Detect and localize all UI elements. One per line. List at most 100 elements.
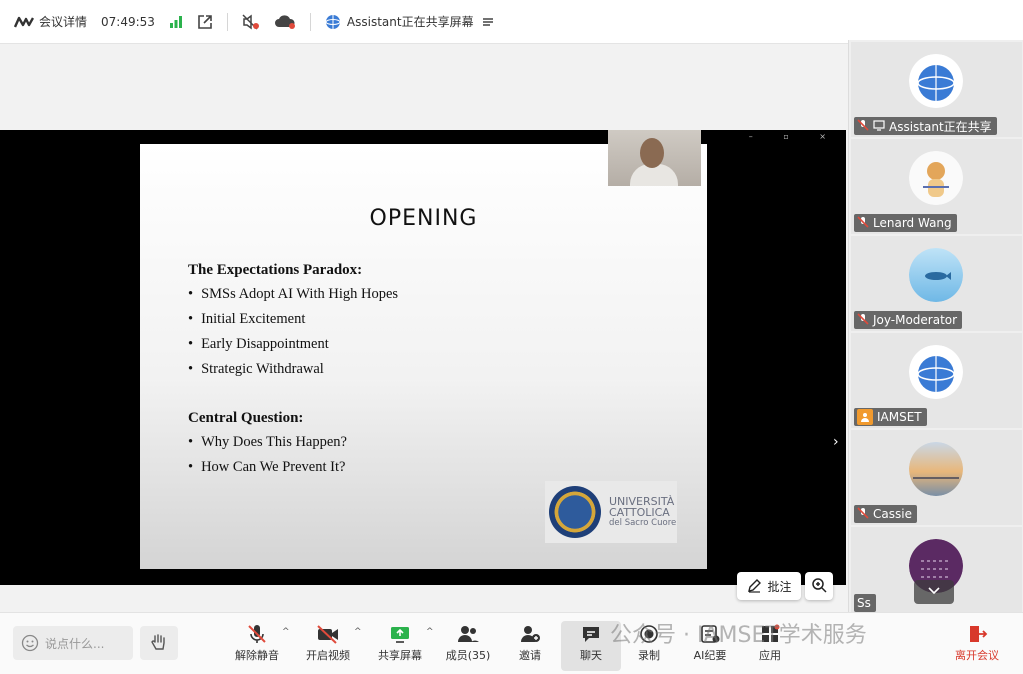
cloud-status-icon[interactable]	[274, 14, 296, 30]
speaker-video-thumbnail[interactable]	[608, 130, 701, 186]
name-tag: IAMSET	[854, 408, 927, 426]
presentation-slide: OPENING The Expectations Paradox: SMSs A…	[140, 144, 707, 569]
wechat-watermark: 公众号 · IAMSET学术服务	[610, 623, 867, 648]
university-logo: UNIVERSITÀ CATTOLICA del Sacro Cuore	[545, 481, 677, 543]
name-tag: Ss	[854, 594, 876, 612]
name-tag: Assistant正在共享	[854, 117, 997, 135]
slide-bullet: Why Does This Happen?	[188, 434, 398, 451]
chat-input[interactable]: 说点什么...	[13, 626, 133, 660]
slide-bullet: SMSs Adopt AI With High Hopes	[188, 286, 398, 303]
slide-section-heading: The Expectations Paradox:	[188, 262, 363, 278]
avatar	[909, 442, 963, 496]
shared-screen-stage: OPENING The Expectations Paradox: SMSs A…	[0, 44, 848, 612]
divider	[309, 12, 311, 31]
slide-section-heading: Central Question:	[188, 410, 304, 426]
exit-door-icon	[966, 621, 988, 647]
participant-name: Lenard Wang	[873, 216, 952, 230]
unmute-button[interactable]: 解除静音	[227, 621, 287, 671]
avatar	[909, 248, 963, 302]
meeting-details[interactable]: 会议详情	[14, 13, 87, 30]
name-tag: Cassie	[854, 505, 917, 523]
popout-icon[interactable]	[197, 14, 213, 30]
participant-name: Cassie	[873, 507, 912, 521]
mic-off-icon	[857, 215, 869, 231]
zoom-in-button[interactable]	[805, 572, 833, 600]
speaker-head	[640, 138, 664, 168]
sharing-status-text: Assistant正在共享屏幕	[346, 15, 474, 29]
participant-name: Joy-Moderator	[873, 313, 958, 327]
members-button[interactable]: 成员(35)	[438, 621, 498, 671]
invite-user-icon	[519, 621, 541, 647]
logo-line: CATTOLICA	[609, 505, 670, 519]
start-video-button[interactable]: 开启视频	[298, 621, 358, 671]
shared-screen-video[interactable]: OPENING The Expectations Paradox: SMSs A…	[0, 130, 846, 585]
participant-name: IAMSET	[877, 410, 922, 424]
share-screen-icon	[389, 621, 411, 647]
slide-bullet: Initial Excitement	[188, 311, 398, 328]
participants-panel: Assistant正在共享 Lenard Wang Joy-Moderator	[848, 40, 1023, 612]
list-menu-icon[interactable]	[482, 16, 494, 28]
raise-hand-icon	[149, 632, 169, 655]
chevron-up-icon[interactable]: ^	[426, 627, 434, 637]
leave-meeting-label: 离开会议	[955, 649, 999, 662]
mic-off-icon	[857, 118, 869, 134]
slide-body: The Expectations Paradox: SMSs Adopt AI …	[188, 262, 398, 484]
participant-tile[interactable]: IAMSET	[851, 333, 1022, 428]
unmute-label: 解除静音	[235, 649, 279, 662]
participant-name: Assistant正在共享	[889, 119, 992, 134]
mic-off-icon	[246, 621, 268, 647]
chevron-right-icon[interactable]: ›	[833, 434, 839, 450]
app-logo-icon	[14, 16, 34, 28]
chevron-down-icon	[927, 585, 941, 599]
participant-tile[interactable]: Lenard Wang	[851, 139, 1022, 234]
sharing-status[interactable]: Assistant正在共享屏幕	[325, 13, 494, 30]
avatar	[909, 345, 963, 399]
participant-tile[interactable]: Joy-Moderator	[851, 236, 1022, 331]
start-video-label: 开启视频	[306, 649, 350, 662]
top-bar: 会议详情 07:49:53 Assistant正在共享屏幕	[0, 0, 1023, 44]
chat-bubble-icon	[580, 621, 602, 647]
participant-tile[interactable]: Assistant正在共享	[851, 42, 1022, 137]
chevron-up-icon[interactable]: ^	[354, 627, 362, 637]
network-signal-icon[interactable]	[169, 15, 183, 29]
members-label: 成员(35)	[445, 649, 491, 662]
globe-avatar-icon	[325, 14, 341, 30]
apps-label: 应用	[759, 649, 781, 662]
meeting-time: 07:49:53	[101, 14, 155, 29]
logo-line: UNIVERSITÀ	[609, 494, 675, 508]
name-tag: Lenard Wang	[854, 214, 957, 232]
participant-tile[interactable]: Cassie	[851, 430, 1022, 525]
mic-off-icon	[857, 506, 869, 522]
video-off-icon	[316, 621, 340, 647]
window-controls[interactable]: – ▫ ×	[749, 132, 840, 141]
name-tag: Joy-Moderator	[854, 311, 963, 329]
participant-name: Ss	[857, 596, 871, 610]
members-icon	[456, 621, 480, 647]
chat-placeholder: 说点什么...	[45, 636, 105, 651]
raise-hand-button[interactable]	[140, 626, 178, 660]
invite-label: 邀请	[519, 649, 541, 662]
slide-bullet-list: SMSs Adopt AI With High Hopes Initial Ex…	[188, 286, 398, 378]
chevron-up-icon[interactable]: ^	[282, 627, 290, 637]
avatar	[909, 151, 963, 205]
slide-bullet: How Can We Prevent It?	[188, 459, 398, 476]
emoji-icon[interactable]	[21, 634, 39, 652]
slide-bullet: Early Disappointment	[188, 336, 398, 353]
divider	[226, 12, 228, 31]
slide-title: OPENING	[369, 206, 478, 231]
slide-bullet-list: Why Does This Happen? How Can We Prevent…	[188, 434, 398, 476]
annotate-button[interactable]: 批注	[737, 572, 801, 600]
speaker-muted-icon[interactable]	[242, 13, 260, 30]
meeting-details-label: 会议详情	[39, 15, 88, 29]
slide-bullet: Strategic Withdrawal	[188, 361, 398, 378]
logo-line: del Sacro Cuore	[609, 517, 677, 528]
invite-button[interactable]: 邀请	[500, 621, 560, 671]
bottom-toolbar: 说点什么... 解除静音 ^ 开启视频 ^ 共享屏幕 ^ 成员(35) 邀请 聊…	[0, 612, 1023, 674]
annotate-label: 批注	[767, 579, 792, 594]
leave-meeting-button[interactable]: 离开会议	[947, 621, 1007, 671]
zoom-in-icon	[811, 577, 827, 596]
university-seal-icon	[549, 486, 601, 538]
share-screen-button[interactable]: 共享屏幕	[370, 621, 430, 671]
screen-share-icon	[873, 119, 885, 134]
scroll-down-button[interactable]	[914, 580, 954, 604]
